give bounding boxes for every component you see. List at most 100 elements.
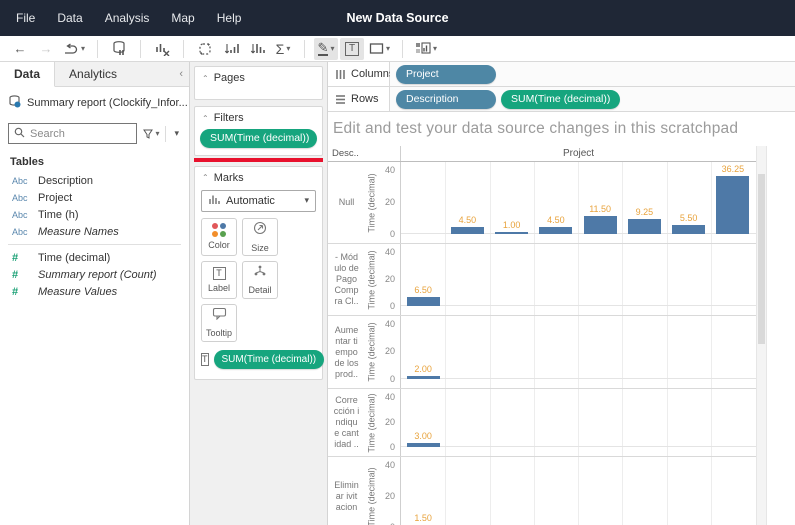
field-measure-values[interactable]: #Measure Values <box>0 283 189 300</box>
menu-item-file[interactable]: File <box>6 7 45 29</box>
columns-shelf-label: Columns <box>328 62 390 86</box>
detail-button[interactable]: Detail <box>242 261 278 299</box>
text-label-icon: T <box>213 267 226 280</box>
marks-card[interactable]: ⌃Marks Automatic ▾ Color Size <box>194 166 323 380</box>
redo-latest-button[interactable]: ▾ <box>60 38 88 60</box>
marks-pill-sum-time-decimal[interactable]: SUM(Time (decimal)) <box>214 350 325 369</box>
zero-gridline <box>401 378 756 379</box>
clear-sheet-button[interactable] <box>150 38 174 60</box>
bar-mark[interactable] <box>407 443 440 447</box>
swap-axes-button[interactable] <box>193 38 217 60</box>
datasource-row[interactable]: Summary report (Clockify_Infor... <box>0 87 189 117</box>
columns-shelf[interactable]: Columns Project <box>328 62 795 87</box>
cards-panel: ⌃Pages ⌃Filters SUM(Time (decimal)) ⌃Mar… <box>190 62 328 525</box>
field-label: Description <box>38 175 93 187</box>
row-label: Aume ntar ti empo de los prod.. <box>328 316 365 388</box>
filters-card[interactable]: ⌃Filters SUM(Time (decimal)) <box>194 106 323 156</box>
bar-mark[interactable] <box>407 376 440 379</box>
menu-item-analysis[interactable]: Analysis <box>95 7 160 29</box>
sort-ascending-button[interactable] <box>219 38 243 60</box>
abc-field-icon: Abc <box>12 176 38 186</box>
collapse-panel-button[interactable]: ‹ <box>173 62 189 86</box>
columns-pill-project[interactable]: Project <box>396 65 496 84</box>
mark-type-dropdown[interactable]: Automatic ▾ <box>201 190 316 212</box>
field-project[interactable]: AbcProject <box>0 189 189 206</box>
column-gridline <box>534 162 535 243</box>
vertical-scrollbar[interactable] <box>756 146 767 525</box>
chevron-down-icon: ▾ <box>433 44 437 53</box>
number-field-icon: # <box>12 252 38 264</box>
columns-icon <box>335 69 346 80</box>
scrollbar-thumb[interactable] <box>758 174 765 344</box>
back-button[interactable]: ← <box>8 38 32 60</box>
tooltip-button[interactable]: Tooltip <box>201 304 237 342</box>
bar-mark[interactable] <box>672 225 705 234</box>
bar-value-label: 36.25 <box>713 164 753 174</box>
datasource-name: Summary report (Clockify_Infor... <box>27 97 188 109</box>
panel-tabs: Data Analytics ‹ <box>0 62 189 87</box>
forward-button[interactable]: → <box>34 38 58 60</box>
column-field-header: Project <box>400 146 756 161</box>
search-box[interactable] <box>8 123 137 144</box>
y-axis-title: Time (decimal) <box>366 389 377 456</box>
color-dots-icon <box>212 223 226 237</box>
menu-item-map[interactable]: Map <box>161 7 204 29</box>
field-measure-names[interactable]: AbcMeasure Names <box>0 223 189 240</box>
swap-axes-icon <box>198 42 212 56</box>
columns-shelf-text: Columns <box>351 68 394 80</box>
rows-shelf-body[interactable]: Description SUM(Time (decimal)) <box>390 87 795 111</box>
size-button[interactable]: Size <box>242 218 278 256</box>
search-input[interactable] <box>30 128 131 140</box>
sort-descending-button[interactable] <box>245 38 269 60</box>
abc-field-icon: Abc <box>12 193 38 203</box>
label-button[interactable]: T Label <box>201 261 237 299</box>
show-mark-labels-button[interactable]: T <box>340 38 364 60</box>
abc-field-icon: Abc <box>12 227 38 237</box>
filter-fields-button[interactable]: ▾ <box>141 129 161 139</box>
field-description[interactable]: AbcDescription <box>0 172 189 189</box>
color-button[interactable]: Color <box>201 218 237 256</box>
bar-mark[interactable] <box>451 227 484 234</box>
pages-card[interactable]: ⌃Pages <box>194 66 323 100</box>
pause-updates-button[interactable] <box>107 38 131 60</box>
field-label: Time (decimal) <box>38 252 110 264</box>
tables-heading: Tables <box>0 148 189 172</box>
tab-data[interactable]: Data <box>0 62 55 87</box>
field-summary-report-count-[interactable]: #Summary report (Count) <box>0 266 189 283</box>
number-field-icon: # <box>12 269 38 281</box>
chevron-down-icon: ▾ <box>286 44 290 53</box>
menu-items: FileDataAnalysisMapHelp <box>0 7 251 29</box>
panel-menu-button[interactable]: ▾ <box>170 128 183 139</box>
field-time-decimal-[interactable]: #Time (decimal) <box>0 249 189 266</box>
bar-mark[interactable] <box>407 297 440 306</box>
rows-shelf[interactable]: Rows DescriptionSUM(Time (decimal)) <box>328 87 795 112</box>
field-time-h-[interactable]: AbcTime (h) <box>0 206 189 223</box>
row-y-axis: Time (decimal)02040 <box>365 389 400 456</box>
row-label: Elimin ar ivit acion <box>328 457 365 525</box>
label-mark-icon: T <box>201 353 209 366</box>
rows-pill-sum-time-decimal-[interactable]: SUM(Time (decimal)) <box>501 90 620 109</box>
fit-selector-button[interactable]: ▾ <box>366 38 393 60</box>
show-me-button[interactable]: ▾ <box>412 38 440 60</box>
filter-pill-sum-time-decimal[interactable]: SUM(Time (decimal)) <box>200 129 317 148</box>
bar-value-label: 11.50 <box>580 204 620 214</box>
highlight-button[interactable]: ✎ ▾ <box>314 38 338 60</box>
menu-item-data[interactable]: Data <box>47 7 92 29</box>
y-tick-label: 40 <box>385 461 395 470</box>
tab-analytics[interactable]: Analytics <box>55 62 131 86</box>
columns-shelf-body[interactable]: Project <box>390 62 795 86</box>
column-gridline <box>711 162 712 243</box>
bar-mark[interactable] <box>584 216 617 234</box>
rows-pill-description[interactable]: Description <box>396 90 496 109</box>
chart-row-3: Corre cción i ndiqu e cant idad ..Time (… <box>328 389 756 457</box>
toolbar-divider <box>97 40 98 58</box>
bar-mark[interactable] <box>539 227 572 234</box>
menu-item-help[interactable]: Help <box>207 7 252 29</box>
totals-button[interactable]: Σ ▾ <box>271 38 295 60</box>
bar-mark[interactable] <box>495 232 528 234</box>
chart-row-2: Aume ntar ti empo de los prod..Time (dec… <box>328 316 756 389</box>
bar-mark[interactable] <box>628 219 661 234</box>
bar-mark[interactable] <box>716 176 749 234</box>
redo-arrow-icon <box>63 43 79 55</box>
toolbar: ← → ▾ Σ ▾ ✎ ▾ <box>0 36 795 62</box>
